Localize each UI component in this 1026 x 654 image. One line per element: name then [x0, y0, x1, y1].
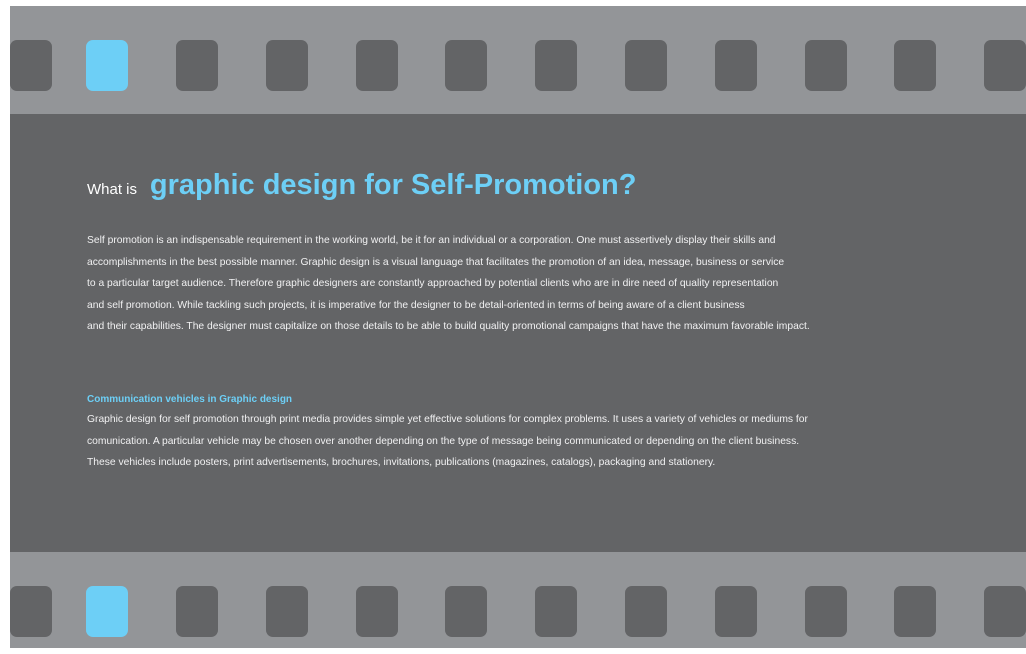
section-paragraph: Graphic design for self promotion throug… — [87, 409, 808, 474]
top-sprocket-strip — [10, 6, 1026, 112]
sprocket-hole — [625, 586, 667, 637]
sprocket-hole — [535, 40, 577, 91]
section-line: Graphic design for self promotion throug… — [87, 414, 808, 425]
sprocket-hole — [805, 40, 847, 91]
sprocket-hole — [715, 586, 757, 637]
sprocket-hole — [266, 40, 308, 91]
sprocket-hole — [894, 40, 936, 91]
film-strip-frame: What is graphic design for Self-Promotio… — [10, 6, 1026, 648]
sprocket-hole — [894, 586, 936, 637]
sprocket-hole — [356, 586, 398, 637]
sprocket-hole — [445, 586, 487, 637]
section-line: comunication. A particular vehicle may b… — [87, 435, 800, 447]
intro-line: accomplishments in the best possible man… — [87, 256, 785, 268]
sprocket-hole — [715, 40, 757, 91]
sprocket-hole — [445, 40, 487, 91]
sprocket-hole — [984, 40, 1026, 91]
intro-line: Self promotion is an indispensable requi… — [87, 235, 776, 246]
sprocket-hole — [10, 586, 52, 637]
sprocket-hole — [625, 40, 667, 91]
title-lead: What is — [87, 181, 138, 198]
sprocket-hole — [10, 40, 52, 91]
page: What is graphic design for Self-Promotio… — [0, 0, 1026, 654]
sprocket-hole — [356, 40, 398, 91]
sprocket-hole-highlighted — [86, 40, 128, 91]
section-line: These vehicles include posters, print ad… — [87, 457, 716, 469]
intro-line: and their capabilities. The designer mus… — [87, 321, 810, 333]
intro-line: to a particular target audience. Therefo… — [87, 278, 779, 290]
sprocket-hole — [535, 586, 577, 637]
intro-line: and self promotion. While tackling such … — [87, 299, 745, 311]
bottom-sprocket-strip — [10, 552, 1026, 648]
sprocket-hole-highlighted — [86, 586, 128, 637]
sprocket-hole — [984, 586, 1026, 637]
sprocket-hole — [805, 586, 847, 637]
content-panel: What is graphic design for Self-Promotio… — [10, 114, 1026, 552]
page-title: What is graphic design for Self-Promotio… — [87, 165, 636, 202]
section-title: Communication vehicles in Graphic design — [87, 394, 293, 405]
title-main: graphic design for Self-Promotion? — [149, 169, 637, 201]
sprocket-hole — [176, 586, 218, 637]
sprocket-hole — [266, 586, 308, 637]
sprocket-hole — [176, 40, 218, 91]
intro-paragraph: Self promotion is an indispensable requi… — [87, 230, 810, 338]
